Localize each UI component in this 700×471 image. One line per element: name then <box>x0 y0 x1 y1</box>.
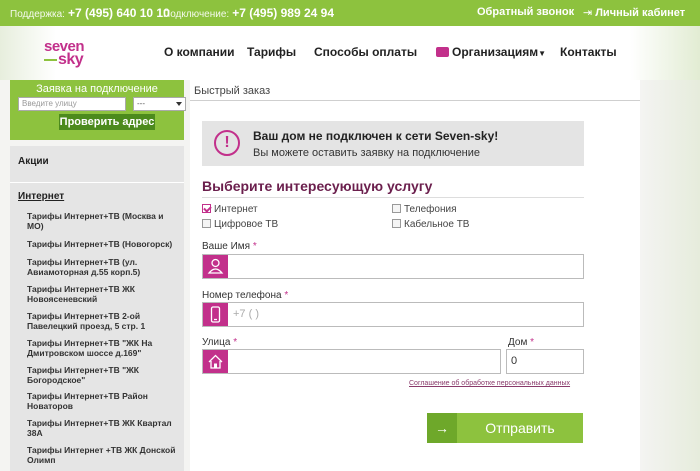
phone-label-text: Номер телефона <box>202 290 282 301</box>
sidebar-item-internet[interactable]: Интернет <box>18 191 64 202</box>
checkbox-icon[interactable] <box>392 204 401 213</box>
nav-organizations[interactable]: Организациям▼ <box>436 45 546 59</box>
house-label-text: Дом <box>508 337 528 348</box>
caret-down-icon: ▼ <box>538 49 546 58</box>
submit-button[interactable]: → Отправить <box>427 413 583 443</box>
not-connected-alert: ! Ваш дом не подключен к сети Seven-sky!… <box>202 121 584 166</box>
quick-request-box: Заявка на подключение Введите улицу --- … <box>10 80 186 140</box>
street-label: Улица * <box>202 337 237 348</box>
phone-field[interactable]: +7 ( ) <box>202 302 584 327</box>
street-field[interactable] <box>202 349 501 374</box>
logo[interactable]: seven sky <box>44 38 90 70</box>
nav-about[interactable]: О компании <box>164 45 235 59</box>
sidebar-menu: Акции Интернет Тарифы Интернет+ТВ (Москв… <box>10 146 184 471</box>
checkbox-icon[interactable] <box>202 219 211 228</box>
option-label: Цифровое ТВ <box>214 219 279 230</box>
house-label: Дом * <box>508 337 534 348</box>
sidebar-tariff-item[interactable]: Тарифы Интернет+ТВ ЖК Квартал 38А <box>27 418 177 438</box>
house-field[interactable]: 0 <box>506 349 584 374</box>
alert-subtitle: Вы можете оставить заявку на подключение <box>253 147 481 159</box>
street-input[interactable]: Введите улицу <box>18 97 126 111</box>
logo-sky: sky <box>58 51 84 68</box>
checkbox-checked-icon[interactable] <box>202 204 211 213</box>
connect-label: Подключение: <box>163 9 230 20</box>
option-telephony[interactable]: Телефония <box>392 204 457 215</box>
connect-contact: Подключение: +7 (495) 989 24 94 <box>163 6 334 20</box>
option-internet[interactable]: Интернет <box>202 204 258 215</box>
name-label: Ваше Имя * <box>202 241 257 252</box>
right-decoration <box>640 80 700 471</box>
sidebar-tariff-item[interactable]: Тарифы Интернет+ТВ (Новогорск) <box>27 239 177 249</box>
required-mark: * <box>530 337 535 348</box>
quick-request-title: Заявка на подключение <box>36 83 158 95</box>
option-label: Интернет <box>214 204 258 215</box>
login-icon: ⇥ <box>583 7 593 19</box>
home-icon <box>203 350 228 373</box>
cabinet-label: Личный кабинет <box>595 7 686 19</box>
required-mark: * <box>252 241 257 252</box>
callback-link[interactable]: Обратный звонок <box>477 6 574 18</box>
street-label-text: Улица <box>202 337 231 348</box>
house-select-value: --- <box>137 99 145 108</box>
sidebar-tariff-item[interactable]: Тарифы Интернет+ТВ 2-ой Павелецкий проез… <box>27 311 177 331</box>
sidebar-tariff-item[interactable]: Тарифы Интернет+ТВ "ЖК Богородское" <box>27 365 177 385</box>
sidebar-tariff-item[interactable]: Тарифы Интернет+ТВ (ул. Авиамоторная д.5… <box>27 257 177 277</box>
option-cable-tv[interactable]: Кабельное ТВ <box>392 219 469 230</box>
quick-order-panel: Быстрый заказ ! Ваш дом не подключен к с… <box>190 80 640 471</box>
logo-dash <box>44 59 57 61</box>
checkbox-icon[interactable] <box>392 219 401 228</box>
header: seven sky О компании Тарифы Способы опла… <box>0 26 700 80</box>
sidebar-divider <box>10 182 184 183</box>
name-label-text: Ваше Имя <box>202 241 251 252</box>
support-contact: Поддержка: +7 (495) 640 10 10 <box>10 6 170 20</box>
exclamation-icon: ! <box>214 130 240 156</box>
sidebar-tariff-item[interactable]: Тарифы Интернет +ТВ ЖК Донской Олимп <box>27 445 177 465</box>
support-label: Поддержка: <box>10 9 65 20</box>
phone-placeholder: +7 ( ) <box>233 308 259 320</box>
option-digital-tv[interactable]: Цифровое ТВ <box>202 219 278 230</box>
sidebar-tariff-item[interactable]: Тарифы Интернет+ТВ (Москва и МО) <box>27 211 177 231</box>
dropdown-arrow-icon <box>176 102 182 106</box>
service-divider <box>202 197 584 198</box>
nav-tariffs[interactable]: Тарифы <box>247 45 296 59</box>
cabinet-link[interactable]: ⇥ Личный кабинет <box>583 6 685 19</box>
alert-title: Ваш дом не подключен к сети Seven-sky! <box>253 129 499 143</box>
required-mark: * <box>233 337 238 348</box>
top-bar: Поддержка: +7 (495) 640 10 10 Подключени… <box>0 0 700 26</box>
briefcase-icon <box>436 47 449 57</box>
sidebar-tariff-item[interactable]: Тарифы Интернет+ТВ Район Новаторов <box>27 391 177 411</box>
support-phone[interactable]: +7 (495) 640 10 10 <box>68 6 170 20</box>
title-divider <box>190 100 640 101</box>
required-mark: * <box>284 290 289 301</box>
arrow-right-icon: → <box>427 413 457 443</box>
sidebar-item-akcii[interactable]: Акции <box>18 156 49 167</box>
option-label: Кабельное ТВ <box>404 219 470 230</box>
sidebar-tariff-item[interactable]: Тарифы Интернет+ТВ ЖК Новоясеневский <box>27 284 177 304</box>
check-address-button[interactable]: Проверить адрес <box>59 114 155 130</box>
name-field[interactable] <box>202 254 584 279</box>
nav-contacts[interactable]: Контакты <box>560 45 617 59</box>
consent-link[interactable]: Соглашение об обработке персональных дан… <box>409 380 570 387</box>
phone-label: Номер телефона * <box>202 290 288 301</box>
user-icon <box>203 255 228 278</box>
option-label: Телефония <box>404 204 457 215</box>
connect-phone[interactable]: +7 (495) 989 24 94 <box>232 6 334 20</box>
house-select[interactable]: --- <box>133 97 186 111</box>
nav-organizations-label: Организациям <box>452 45 539 59</box>
service-title: Выберите интересующую услугу <box>202 178 433 194</box>
submit-label: Отправить <box>485 420 555 436</box>
page-title: Быстрый заказ <box>194 85 271 97</box>
sidebar-tariff-item[interactable]: Тарифы Интернет+ТВ "ЖК На Дмитровском шо… <box>27 338 177 358</box>
phone-icon <box>203 303 228 326</box>
nav-payment[interactable]: Способы оплаты <box>314 45 417 59</box>
